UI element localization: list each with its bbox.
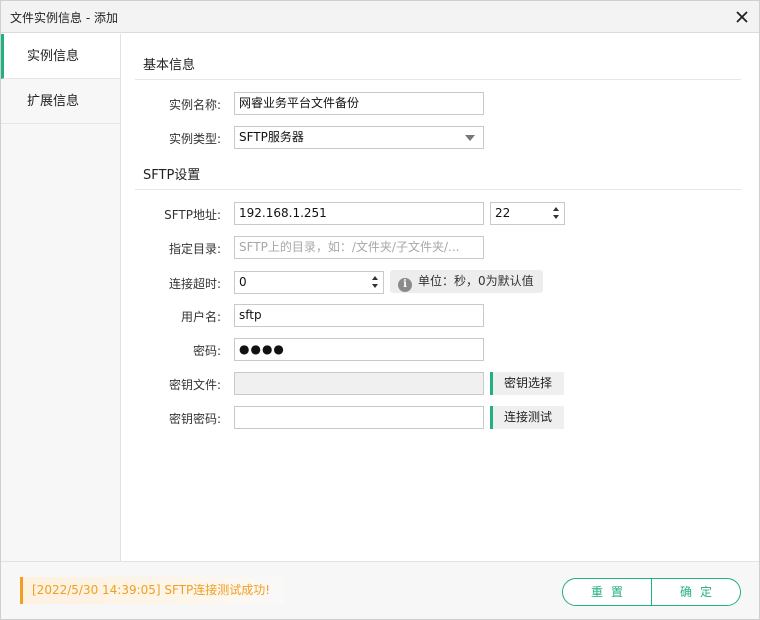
sidebar-item-label: 实例信息 bbox=[27, 49, 80, 64]
sftp-address-label: SFTP地址: bbox=[164, 208, 221, 222]
title-bar: 文件实例信息 - 添加 bbox=[1, 1, 759, 33]
sidebar: 实例信息 扩展信息 bbox=[1, 34, 121, 561]
timeout-label: 连接超时: bbox=[168, 277, 221, 291]
dialog-window: 文件实例信息 - 添加 实例信息 扩展信息 基本信息 实例名称: 网睿业务平台文… bbox=[0, 0, 760, 620]
instance-type-value: SFTP服务器 bbox=[239, 130, 304, 144]
section-divider bbox=[135, 189, 741, 190]
key-select-button[interactable]: 密钥选择 bbox=[490, 372, 565, 395]
action-button-group: 重置 确定 bbox=[562, 578, 741, 606]
password-input[interactable]: ●●●● bbox=[234, 338, 484, 361]
timeout-stepper[interactable]: 0 bbox=[234, 271, 384, 294]
keyfile-label: 密钥文件: bbox=[168, 378, 221, 392]
password-label: 密码: bbox=[192, 344, 221, 358]
spinner-arrows-icon[interactable] bbox=[551, 205, 561, 222]
keyfile-input bbox=[234, 372, 484, 395]
username-label: 用户名: bbox=[180, 310, 221, 324]
timeout-hint: i 单位：秒，0为默认值 bbox=[390, 270, 543, 293]
spinner-arrows-icon[interactable] bbox=[370, 274, 380, 291]
username-input[interactable]: sftp bbox=[234, 304, 484, 327]
reset-button[interactable]: 重置 bbox=[563, 579, 652, 605]
info-icon: i bbox=[398, 278, 412, 292]
confirm-button[interactable]: 确定 bbox=[652, 579, 740, 605]
directory-input[interactable]: SFTP上的目录，如：/文件夹/子文件夹/... bbox=[234, 236, 484, 259]
port-stepper[interactable]: 22 bbox=[490, 202, 565, 225]
timeout-value: 0 bbox=[239, 275, 247, 289]
instance-name-input[interactable]: 网睿业务平台文件备份 bbox=[234, 92, 484, 115]
key-password-input[interactable] bbox=[234, 406, 484, 429]
sidebar-item-instance-info[interactable]: 实例信息 bbox=[1, 34, 120, 79]
close-icon[interactable] bbox=[733, 8, 751, 26]
section-divider bbox=[135, 79, 741, 80]
instance-type-select[interactable]: SFTP服务器 bbox=[234, 126, 484, 149]
sftp-address-input[interactable]: 192.168.1.251 bbox=[234, 202, 484, 225]
test-connection-button[interactable]: 连接测试 bbox=[490, 406, 565, 429]
section-title-sftp: SFTP设置 bbox=[143, 168, 201, 183]
instance-name-label: 实例名称: bbox=[168, 98, 221, 112]
sidebar-item-extended-info[interactable]: 扩展信息 bbox=[1, 79, 120, 124]
window-title: 文件实例信息 - 添加 bbox=[10, 11, 118, 25]
sidebar-item-label: 扩展信息 bbox=[27, 94, 80, 109]
key-password-label: 密钥密码: bbox=[168, 412, 221, 426]
instance-type-label: 实例类型: bbox=[168, 132, 221, 146]
directory-label: 指定目录: bbox=[168, 242, 221, 256]
chevron-down-icon[interactable] bbox=[465, 135, 475, 141]
timeout-hint-text: 单位：秒，0为默认值 bbox=[418, 274, 534, 288]
status-message: [2022/5/30 14:39:05] SFTP连接测试成功! bbox=[20, 577, 285, 604]
footer: [2022/5/30 14:39:05] SFTP连接测试成功! 重置 确定 bbox=[1, 561, 759, 619]
port-value: 22 bbox=[495, 206, 511, 220]
section-title-basic: 基本信息 bbox=[143, 58, 196, 73]
